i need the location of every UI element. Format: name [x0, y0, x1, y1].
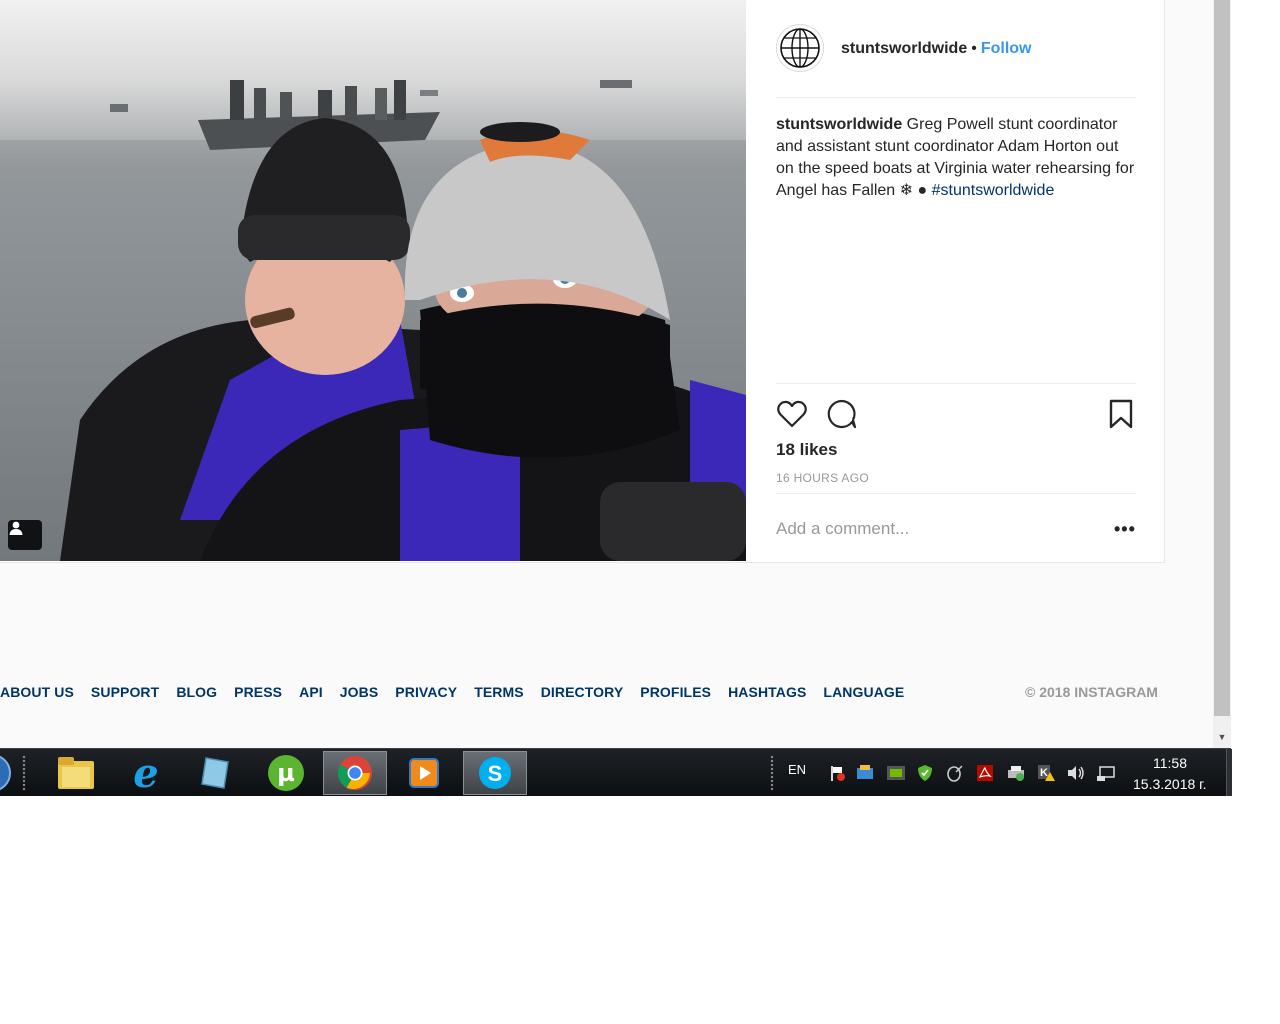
post-photo[interactable]	[0, 0, 746, 561]
likes-count[interactable]: 18 likes	[776, 440, 837, 460]
post-caption: stuntsworldwide Greg Powell stunt coordi…	[776, 114, 1136, 202]
separator-dot: •	[971, 40, 977, 57]
comment-input[interactable]: Add a comment...	[776, 519, 909, 539]
photo-illustration	[0, 80, 746, 561]
satellite-dish-icon[interactable]	[946, 764, 964, 782]
scrollbar-thumb[interactable]	[1214, 0, 1230, 716]
clock-time[interactable]: 11:58	[1153, 755, 1187, 771]
network-icon[interactable]	[1096, 764, 1115, 782]
svg-text:S: S	[488, 761, 503, 786]
footer-link-api[interactable]: API	[299, 684, 323, 700]
browser-page: stuntsworldwide • Follow stuntsworldwide G…	[0, 0, 1213, 748]
tray-grip[interactable]	[770, 755, 774, 791]
caption-username-link[interactable]: stuntsworldwide	[776, 116, 902, 133]
post-sidebar: stuntsworldwide • Follow stuntsworldwide G…	[776, 0, 1136, 563]
footer-link-support[interactable]: SUPPORT	[91, 684, 159, 700]
post-timestamp[interactable]: 16 HOURS AGO	[776, 471, 869, 485]
post-actions: 18 likes 16 HOURS AGO	[776, 383, 1136, 494]
language-indicator[interactable]: EN	[788, 762, 806, 777]
footer-link-press[interactable]: PRESS	[234, 684, 282, 700]
network-app-icon[interactable]	[856, 764, 874, 782]
comment-icon[interactable]	[826, 398, 858, 430]
media-player-icon[interactable]	[392, 751, 456, 795]
nvidia-icon[interactable]	[886, 764, 905, 782]
copyright: © 2018 INSTAGRAM	[1025, 684, 1158, 700]
security-shield-icon[interactable]	[916, 764, 934, 782]
footer-link-terms[interactable]: TERMS	[474, 684, 524, 700]
svg-text:µ: µ	[277, 759, 295, 787]
heart-icon[interactable]	[776, 398, 808, 430]
footer-link-hashtags[interactable]: HASHTAGS	[728, 684, 806, 700]
chrome-icon[interactable]	[323, 751, 387, 795]
taskbar: e µ S EN K 11:58 15.3.2018 г.	[0, 748, 1232, 797]
footer-link-language[interactable]: LANGUAGE	[823, 684, 904, 700]
taskbar-grip[interactable]	[22, 755, 26, 791]
footer-link-profiles[interactable]: PROFILES	[640, 684, 711, 700]
follow-button[interactable]: Follow	[981, 40, 1032, 57]
emoji-icon: ●	[917, 182, 928, 199]
svg-text:K: K	[1040, 767, 1048, 779]
avatar[interactable]	[776, 24, 824, 72]
hashtag-link[interactable]: #stuntsworldwide	[932, 182, 1055, 199]
clock-date[interactable]: 15.3.2018 г.	[1133, 776, 1206, 792]
notepad-icon[interactable]	[183, 751, 247, 795]
file-explorer-icon[interactable]	[44, 751, 108, 795]
utorrent-icon[interactable]: µ	[254, 751, 318, 795]
volume-icon[interactable]	[1066, 764, 1084, 782]
globe-icon	[780, 28, 820, 68]
footer-link-privacy[interactable]: PRIVACY	[395, 684, 457, 700]
vertical-scrollbar[interactable]: ▼	[1213, 0, 1231, 748]
bookmark-icon[interactable]	[1108, 398, 1134, 430]
scroll-down-arrow-icon[interactable]: ▼	[1213, 728, 1231, 746]
internet-explorer-icon[interactable]: e	[114, 750, 178, 797]
post-header: stuntsworldwide • Follow	[776, 0, 1136, 98]
action-center-flag-icon[interactable]	[828, 764, 846, 782]
footer-nav: ABOUT US SUPPORT BLOG PRESS API JOBS PRIVACY TE…	[0, 684, 921, 702]
pdf-reader-icon[interactable]	[976, 764, 994, 782]
more-options-icon[interactable]: •••	[1114, 520, 1136, 538]
username-link[interactable]: stuntsworldwide	[841, 40, 967, 57]
footer-link-about-us[interactable]: ABOUT US	[0, 684, 74, 700]
footer-link-blog[interactable]: BLOG	[176, 684, 217, 700]
show-desktop-button[interactable]	[1226, 749, 1232, 796]
start-orb-icon[interactable]	[0, 751, 24, 795]
post-card: stuntsworldwide • Follow stuntsworldwide G…	[0, 0, 1165, 563]
antivirus-warning-icon[interactable]: K	[1036, 764, 1055, 782]
header-text: stuntsworldwide • Follow	[841, 38, 1032, 60]
printer-icon[interactable]	[1006, 764, 1024, 782]
footer-link-directory[interactable]: DIRECTORY	[541, 684, 624, 700]
skype-icon[interactable]: S	[463, 751, 527, 795]
comment-bar: Add a comment... •••	[776, 493, 1136, 564]
footer-link-jobs[interactable]: JOBS	[340, 684, 379, 700]
user-tag-icon[interactable]	[8, 520, 42, 550]
